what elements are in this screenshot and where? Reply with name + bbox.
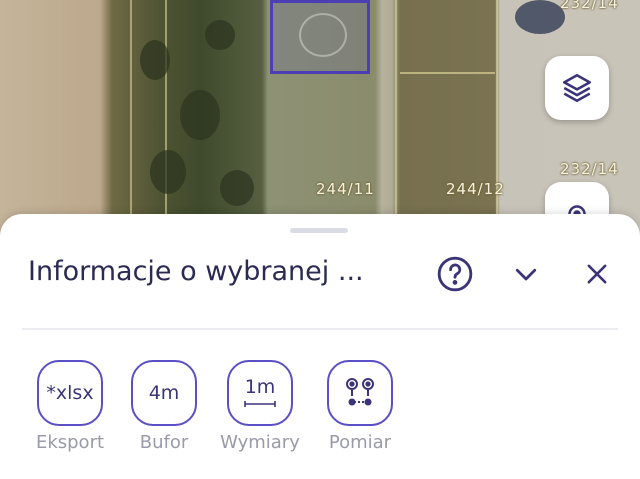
dimension-line-icon [244,401,276,407]
help-icon [437,256,473,292]
tool-measure[interactable]: Pomiar [310,360,410,453]
tool-label: Bufor [139,432,189,453]
parcel-label: 232/14 [560,160,619,178]
collapse-button[interactable] [506,254,546,294]
layers-button[interactable] [545,56,609,120]
export-button[interactable]: *xlsx [37,360,103,426]
layers-icon [562,73,592,103]
parcel-label: 244/12 [446,180,505,198]
drag-handle[interactable] [290,228,348,233]
tool-label: Pomiar [328,432,392,453]
parcel-label: 232/14 [560,0,619,12]
measure-button[interactable] [327,360,393,426]
dimensions-button[interactable]: 1m [227,360,293,426]
buffer-button[interactable]: 4m [131,360,197,426]
tool-label: Wymiary [220,432,300,453]
measure-icon [346,378,374,406]
help-button[interactable] [435,254,475,294]
close-button[interactable] [577,254,617,294]
tool-dimensions[interactable]: 1m Wymiary [210,360,310,453]
tree [220,170,254,206]
tree [140,40,170,80]
tree [205,20,235,50]
parcel-label: 244/11 [316,180,375,198]
tool-export[interactable]: *xlsx Eksport [20,360,120,453]
tree [180,90,220,140]
tool-buffer[interactable]: 4m Bufor [114,360,214,453]
close-icon [587,264,607,284]
sheet-title: Informacje o wybranej ... [28,256,364,287]
field-boundary [400,72,495,74]
dimensions-value: 1m [244,376,276,398]
info-bottom-sheet: Informacje o wybranej ... *xlsx Eksport … [0,214,640,479]
tree [150,150,186,194]
building [515,0,565,34]
divider [22,328,618,330]
selected-parcel[interactable] [270,0,370,74]
parcel-marker [299,13,347,57]
tool-label: Eksport [35,432,105,453]
chevron-down-icon [515,268,537,281]
